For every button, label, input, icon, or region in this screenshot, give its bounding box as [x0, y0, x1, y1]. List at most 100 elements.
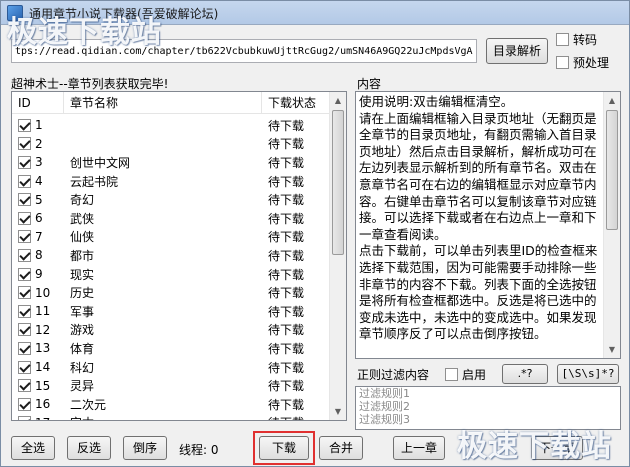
- row-id: 17: [35, 416, 50, 420]
- next-chapter-button[interactable]: 下一章: [531, 436, 583, 460]
- row-checkbox[interactable]: [18, 267, 31, 281]
- content-editor[interactable]: 使用说明:双击编辑框清空。 请在上面编辑框输入目录页地址（无翻页是全章节的目录页…: [355, 91, 621, 359]
- scroll-up-icon[interactable]: ▲: [604, 92, 620, 109]
- row-download-status: 待下载: [268, 248, 305, 263]
- table-row[interactable]: 8 都市 待下载: [12, 246, 332, 265]
- row-checkbox[interactable]: [18, 416, 31, 420]
- filter-rule: 过滤规则1: [359, 387, 410, 400]
- app-icon: [7, 5, 23, 21]
- regex-any-button[interactable]: [\S\s]*?: [557, 364, 619, 384]
- scroll-thumb[interactable]: [606, 110, 618, 230]
- row-id-cell: 8: [12, 248, 64, 262]
- scroll-up-icon[interactable]: ▲: [330, 92, 346, 109]
- row-download-status: 待下载: [268, 360, 305, 375]
- table-row[interactable]: 15 灵异 待下载: [12, 376, 332, 395]
- table-row[interactable]: 5 奇幻 待下载: [12, 190, 332, 209]
- row-id: 5: [35, 192, 43, 207]
- row-checkbox[interactable]: [18, 341, 31, 355]
- table-row[interactable]: 6 武侠 待下载: [12, 209, 332, 228]
- row-chapter-name: 现实: [70, 267, 95, 282]
- row-id-cell: 10: [12, 286, 64, 300]
- row-checkbox[interactable]: [18, 174, 31, 188]
- row-id-cell: 11: [12, 304, 64, 318]
- row-id: 14: [35, 360, 51, 375]
- row-download-status: 待下载: [268, 230, 305, 245]
- parse-catalog-button[interactable]: 目录解析: [486, 38, 548, 64]
- row-chapter-name: 创世中文网: [70, 155, 131, 170]
- table-row[interactable]: 4 云起书院 待下载: [12, 172, 332, 191]
- row-checkbox[interactable]: [18, 155, 31, 169]
- filter-enable-checkbox[interactable]: [445, 368, 458, 381]
- prev-chapter-button[interactable]: 上一章: [393, 436, 445, 460]
- content-text[interactable]: 使用说明:双击编辑框清空。 请在上面编辑框输入目录页地址（无翻页是全章节的目录页…: [359, 94, 601, 343]
- row-checkbox[interactable]: [18, 323, 31, 337]
- row-chapter-name: 历史: [70, 286, 95, 301]
- preprocess-option[interactable]: 预处理: [556, 54, 609, 71]
- table-row[interactable]: 3 创世中文网 待下载: [12, 153, 332, 172]
- row-checkbox[interactable]: [18, 397, 31, 411]
- row-chapter-name: 游戏: [70, 323, 95, 338]
- row-checkbox[interactable]: [18, 248, 31, 262]
- header-id[interactable]: ID: [12, 92, 64, 114]
- table-row[interactable]: 7 仙侠 待下载: [12, 228, 332, 247]
- scroll-down-icon[interactable]: ▼: [330, 403, 346, 420]
- header-download-status[interactable]: 下载状态: [262, 92, 332, 114]
- row-checkbox[interactable]: [18, 360, 31, 374]
- reverse-order-button[interactable]: 倒序: [123, 436, 167, 460]
- row-download-status: 待下载: [268, 379, 305, 394]
- row-checkbox[interactable]: [18, 211, 31, 225]
- preprocess-label: 预处理: [573, 56, 610, 70]
- row-checkbox[interactable]: [18, 118, 31, 132]
- invert-selection-button[interactable]: 反选: [67, 436, 111, 460]
- table-row[interactable]: 17 完本待下载: [12, 414, 332, 420]
- table-row[interactable]: 16 二次元 待下载: [12, 395, 332, 414]
- row-chapter-name: 云起书院: [70, 174, 119, 189]
- merge-button[interactable]: 合并: [319, 436, 363, 460]
- content-scrollbar[interactable]: ▲ ▼: [603, 92, 620, 358]
- row-checkbox[interactable]: [18, 230, 31, 244]
- row-checkbox[interactable]: [18, 137, 31, 151]
- table-row[interactable]: 11 军事 待下载: [12, 302, 332, 321]
- row-chapter-name: 武侠: [70, 211, 95, 226]
- row-id-cell: 12: [12, 323, 64, 337]
- row-id: 16: [35, 397, 51, 412]
- table-row[interactable]: 2 待下载: [12, 135, 332, 154]
- filter-rules-box[interactable]: 过滤规则1 过滤规则2 过滤规则3: [355, 386, 621, 430]
- url-input[interactable]: [11, 39, 477, 63]
- filter-rule: 过滤规则2: [359, 400, 410, 413]
- scroll-thumb[interactable]: [332, 110, 344, 255]
- row-checkbox[interactable]: [18, 286, 31, 300]
- table-row[interactable]: 13 体育 待下载: [12, 339, 332, 358]
- download-button[interactable]: 下载: [259, 436, 309, 460]
- encoding-option[interactable]: 转码: [556, 31, 597, 48]
- table-row[interactable]: 9 现实 待下载: [12, 265, 332, 284]
- encoding-checkbox[interactable]: [556, 33, 569, 46]
- row-download-status: 待下载: [268, 193, 305, 208]
- regex-lazy-button[interactable]: .*?: [502, 364, 548, 384]
- header-chapter-name[interactable]: 章节名称: [64, 92, 262, 114]
- filter-enable-option[interactable]: 启用: [445, 366, 486, 383]
- list-header: ID 章节名称 下载状态: [12, 92, 332, 114]
- row-download-status: 待下载: [268, 267, 305, 282]
- row-id-cell: 16: [12, 397, 64, 411]
- table-row[interactable]: 12 游戏 待下载: [12, 321, 332, 340]
- row-chapter-name: 奇幻: [70, 193, 95, 208]
- status-message: 超神术士--章节列表获取完毕!: [11, 77, 169, 91]
- table-row[interactable]: 1 待下载: [12, 116, 332, 135]
- content-label: 内容: [357, 77, 382, 91]
- list-scrollbar[interactable]: ▲ ▼: [329, 92, 346, 420]
- preprocess-checkbox[interactable]: [556, 56, 569, 69]
- select-all-button[interactable]: 全选: [11, 436, 55, 460]
- filter-label: 正则过滤内容: [357, 368, 430, 382]
- row-id-cell: 5: [12, 193, 64, 207]
- row-download-status: 待下载: [268, 304, 305, 319]
- scroll-down-icon[interactable]: ▼: [604, 341, 620, 358]
- table-row[interactable]: 14 科幻 待下载: [12, 358, 332, 377]
- row-checkbox[interactable]: [18, 193, 31, 207]
- table-row[interactable]: 10 历史 待下载: [12, 283, 332, 302]
- row-id-cell: 4: [12, 174, 64, 188]
- row-checkbox[interactable]: [18, 379, 31, 393]
- chapter-list[interactable]: ID 章节名称 下载状态 1 待下载 2 待下载 3 创世中文网待下载 4 云起书院待下载 5 奇…: [11, 91, 347, 421]
- row-checkbox[interactable]: [18, 304, 31, 318]
- row-id: 3: [35, 155, 43, 170]
